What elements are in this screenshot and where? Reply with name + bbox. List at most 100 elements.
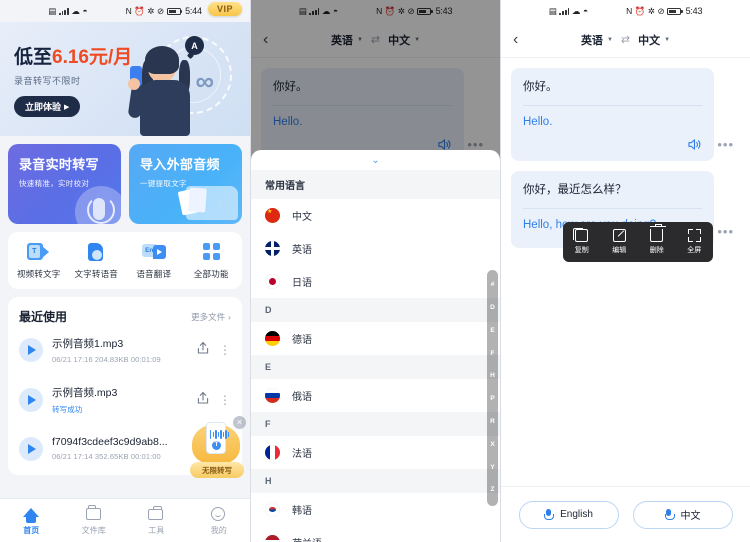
- card-title: 导入外部音频: [140, 157, 220, 172]
- speaker-icon[interactable]: [687, 138, 702, 153]
- play-icon[interactable]: [19, 436, 43, 461]
- target-language-button[interactable]: 中文 ▼: [638, 32, 670, 48]
- panel-language-picker: ▤ ☁ ◓ N ⏰ ✲ ⊘ 5:43 ‹ 英语 ▼ ⇄ 中文 ▼ 你好。 Hel…: [250, 0, 500, 542]
- list-item[interactable]: 韩语: [251, 493, 500, 526]
- home-icon: [23, 506, 40, 523]
- list-item[interactable]: 荷兰语: [251, 526, 500, 542]
- close-icon[interactable]: ×: [233, 416, 246, 429]
- list-item[interactable]: 英语: [251, 232, 500, 265]
- context-menu: 复制 编辑 删除 全屏: [563, 222, 713, 262]
- bubble-more-icon[interactable]: •••: [717, 138, 734, 151]
- signal-icon: [58, 7, 69, 15]
- index-letter[interactable]: Z: [491, 487, 495, 494]
- vip-badge[interactable]: VIP: [207, 2, 242, 16]
- text-to-speech-icon: [84, 242, 108, 262]
- status-right-icons: N ⏰ ✲ ⊘ 5:44: [126, 6, 202, 16]
- wifi-icon: ◓: [82, 5, 88, 16]
- tab-profile[interactable]: 我的: [188, 499, 251, 542]
- quick-action-all-features[interactable]: 全部功能: [183, 242, 241, 280]
- language-name: 韩语: [292, 506, 312, 517]
- list-item[interactable]: 俄语: [251, 379, 500, 412]
- banner-cta-button[interactable]: 立即体验 ▶: [14, 96, 81, 117]
- index-letter[interactable]: E: [490, 327, 494, 335]
- context-menu-label: 编辑: [612, 247, 627, 254]
- flag-france-icon: [265, 445, 280, 460]
- wifi-icon: ◓: [582, 5, 589, 16]
- promo-banner[interactable]: ∞ 低至6.16元/月 录音转写不限时 立即体验 ▶ A: [0, 22, 250, 136]
- more-files-link[interactable]: 更多文件 ›: [191, 311, 231, 323]
- list-item[interactable]: 德语: [251, 322, 500, 355]
- swap-languages-icon[interactable]: ⇄: [621, 33, 630, 46]
- quick-action-label: 文字转语音: [74, 269, 118, 279]
- data-icon: ☁: [571, 5, 581, 16]
- status-time: 5:44: [185, 6, 202, 16]
- collapse-sheet-icon[interactable]: ⌄: [251, 150, 500, 170]
- card-realtime-transcribe[interactable]: 录音实时转写 快速精准，实时校对: [8, 144, 121, 224]
- index-letter[interactable]: #: [491, 282, 495, 289]
- context-menu-copy[interactable]: 复制: [563, 228, 601, 255]
- context-menu-label: 删除: [649, 247, 664, 254]
- tab-files[interactable]: 文件库: [63, 499, 126, 542]
- status-time: 5:43: [685, 6, 703, 16]
- language-name: 俄语: [292, 392, 312, 403]
- play-icon[interactable]: [19, 388, 43, 412]
- row-menu-icon[interactable]: ⋮: [219, 394, 231, 406]
- source-language-button[interactable]: 英语 ▼: [581, 32, 613, 48]
- panel-conversation: ▤ ☁ ◓ N ⏰ ✲ ⊘ 5:43 ‹ 英语 ▼ ⇄ 中文 ▼ 你好。 Hel…: [500, 0, 750, 542]
- flag-japan-icon: [265, 274, 280, 289]
- nfc-icon: N: [626, 5, 633, 16]
- quick-action-label: 视频转文字: [16, 269, 61, 279]
- source-language-label: 英语: [580, 34, 603, 47]
- list-item[interactable]: 日语: [251, 265, 500, 298]
- mic-button-label: 中文: [680, 511, 701, 522]
- file-meta: 示例音频1.mp3 06/21 17:16 204.83KB 00:01:09: [52, 336, 187, 364]
- floating-promo[interactable]: T 无限转写 ×: [188, 416, 246, 478]
- share-icon[interactable]: [196, 391, 210, 410]
- context-menu-edit[interactable]: 编辑: [601, 229, 639, 255]
- target-language-label: 中文: [638, 34, 661, 47]
- table-row[interactable]: 示例音频1.mp3 06/21 17:16 204.83KB 00:01:09 …: [19, 325, 231, 374]
- share-icon[interactable]: [196, 341, 210, 360]
- divider: [523, 105, 702, 107]
- quick-action-text-to-speech[interactable]: 文字转语音: [68, 242, 126, 280]
- row-menu-icon[interactable]: ⋮: [219, 344, 231, 356]
- context-menu-fullscreen[interactable]: 全屏: [676, 229, 714, 255]
- index-letter[interactable]: R: [490, 418, 495, 426]
- alphabet-index-bar[interactable]: # D E F H P R X Y Z: [487, 270, 498, 506]
- bluetooth-icon: ✲: [147, 5, 155, 16]
- mic-button-english[interactable]: English: [518, 500, 619, 529]
- panel-home: ▤ ☁ ◓ N ⏰ ✲ ⊘ 5:44 VIP ∞ 低至6.16元/月 录音转写不…: [0, 0, 250, 542]
- banner-subtitle: 录音转写不限时: [14, 76, 81, 86]
- translation-bubble[interactable]: 你好。 Hello. •••: [511, 68, 733, 161]
- language-name: 英语: [292, 245, 312, 256]
- tab-tools[interactable]: 工具: [125, 499, 188, 542]
- language-list[interactable]: 常用语言 中文 英语 日语 D 德语 E: [251, 170, 500, 542]
- bottom-tab-bar: 首页 文件库 工具 我的: [0, 498, 250, 542]
- index-letter[interactable]: P: [490, 396, 494, 403]
- list-item[interactable]: 中文: [251, 199, 500, 232]
- play-icon[interactable]: [19, 338, 43, 362]
- signal-icon: [559, 7, 570, 15]
- tab-home[interactable]: 首页: [0, 499, 63, 542]
- source-text: 你好。: [523, 81, 558, 93]
- video-to-text-icon: T: [26, 242, 51, 262]
- list-item[interactable]: 法语: [251, 436, 500, 469]
- group-header: E: [251, 355, 500, 379]
- context-menu-delete[interactable]: 删除: [638, 224, 676, 255]
- context-menu-label: 复制: [574, 247, 589, 254]
- quick-action-video-to-text[interactable]: T 视频转文字: [10, 242, 68, 280]
- index-letter[interactable]: X: [490, 441, 494, 449]
- card-import-audio[interactable]: 导入外部音频 一键提取文字 ←: [129, 144, 242, 224]
- price-value: 6.16元/月: [52, 47, 133, 68]
- mic-button-chinese[interactable]: 中文: [632, 500, 733, 529]
- index-letter[interactable]: F: [491, 350, 495, 358]
- infinity-icon: ∞: [195, 66, 214, 96]
- index-letter[interactable]: D: [490, 304, 495, 312]
- bubble-more-icon[interactable]: •••: [717, 225, 734, 238]
- language-name: 日语: [292, 278, 312, 289]
- index-letter[interactable]: H: [490, 373, 495, 380]
- index-letter[interactable]: Y: [490, 464, 494, 472]
- flag-korea-icon: [265, 502, 280, 517]
- quick-action-voice-translate[interactable]: En 语音翻译: [125, 242, 183, 280]
- conversation-header: ‹ 英语 ▼ ⇄ 中文 ▼: [501, 22, 750, 58]
